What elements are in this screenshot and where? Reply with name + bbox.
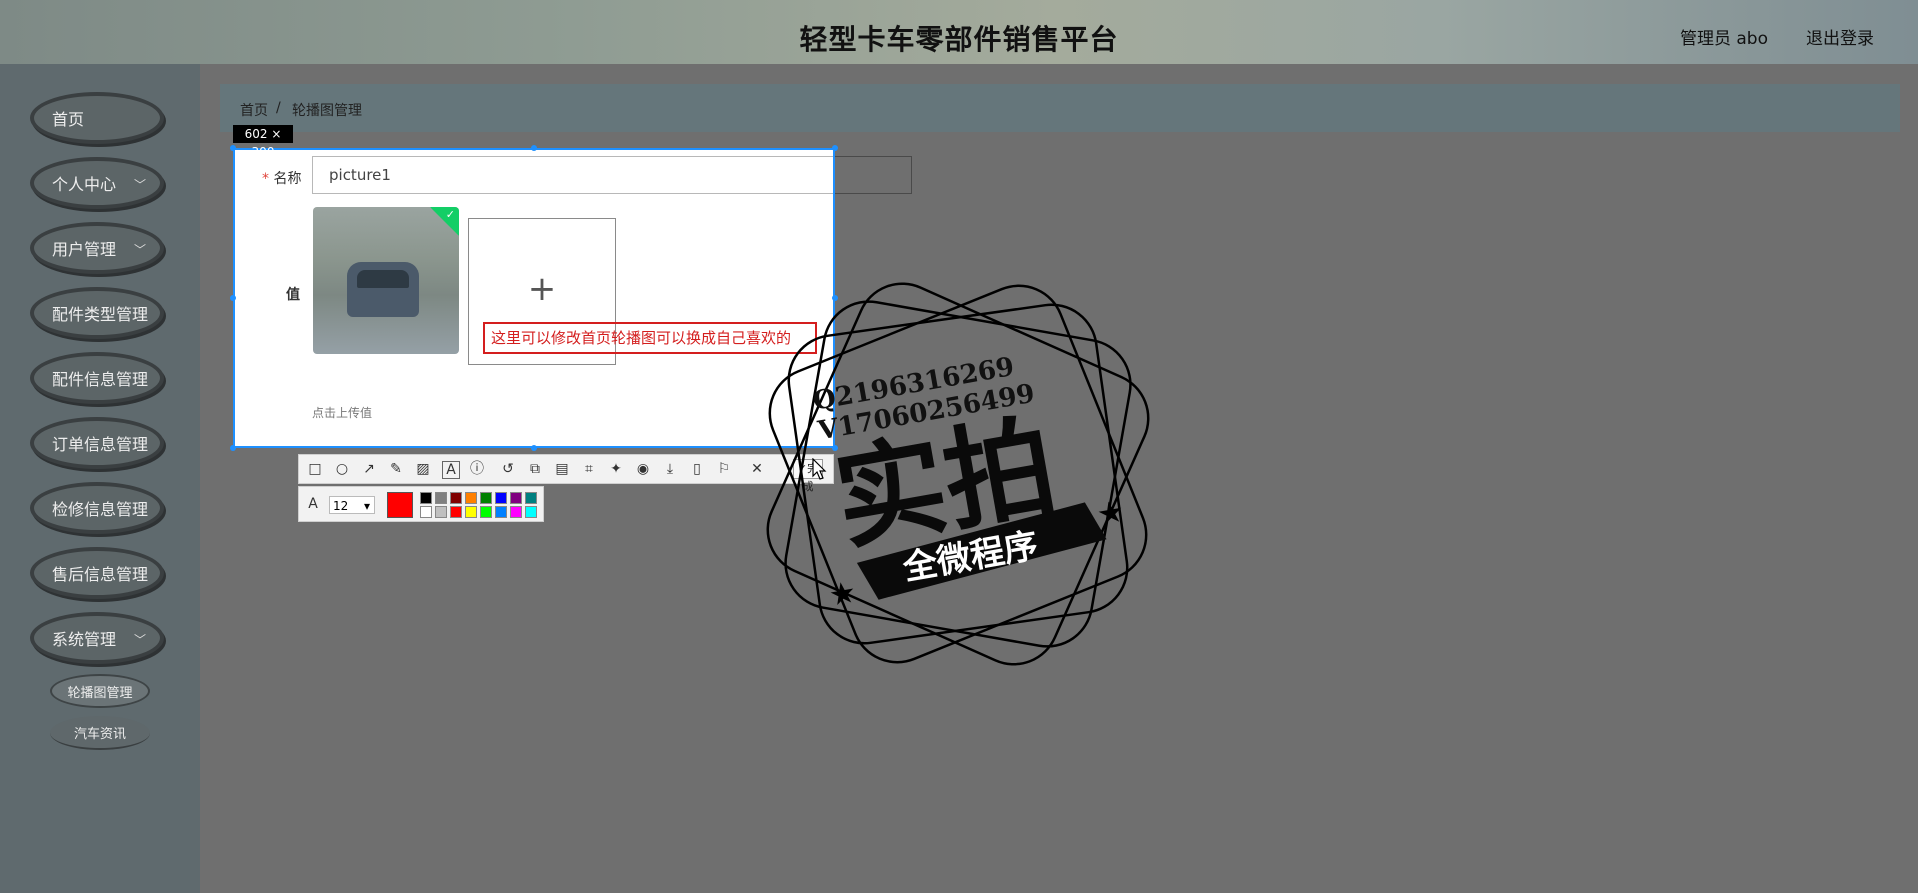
color-swatch[interactable] (510, 506, 522, 518)
sidebar-subitem-carousel[interactable]: 轮播图管理 (50, 674, 150, 708)
sidebar-item-home[interactable]: 首页 (30, 92, 164, 144)
color-swatch[interactable] (420, 492, 432, 504)
current-color-swatch[interactable] (387, 492, 413, 518)
pin-icon[interactable]: ✦ (608, 461, 624, 477)
text-style-bar: A 12 ▾ (298, 486, 544, 522)
sidebar-item-label: 售后信息管理 (52, 565, 149, 584)
rectangle-icon[interactable]: □ (307, 461, 323, 477)
app-title: 轻型卡车零部件销售平台 (799, 23, 1119, 56)
color-swatch[interactable] (435, 492, 447, 504)
car-image (347, 262, 419, 317)
color-swatch[interactable] (480, 506, 492, 518)
long-screenshot-icon[interactable]: ▯ (689, 461, 705, 477)
pencil-icon[interactable]: ✎ (388, 461, 404, 477)
top-header: 轻型卡车零部件销售平台 管理员 abo 退出登录 (0, 0, 1918, 64)
resize-handle[interactable] (230, 445, 236, 451)
sidebar-item-label: 配件信息管理 (52, 370, 149, 389)
sidebar-item-after-sales[interactable]: 售后信息管理 (30, 547, 164, 599)
translate-icon[interactable]: ▤ (554, 461, 570, 477)
color-swatch[interactable] (525, 492, 537, 504)
color-swatch[interactable] (510, 492, 522, 504)
color-swatch[interactable] (495, 506, 507, 518)
sidebar-item-label: 系统管理 (52, 630, 117, 649)
sidebar-item-label: 检修信息管理 (52, 500, 149, 519)
logout-link[interactable]: 退出登录 (1806, 24, 1874, 49)
text-tool-icon[interactable]: A (442, 461, 460, 479)
sidebar-item-part-types[interactable]: 配件类型管理 (30, 287, 164, 339)
download-icon[interactable]: ⤓ (662, 461, 678, 477)
sidebar-item-label: 配件类型管理 (52, 305, 149, 324)
color-swatch[interactable] (450, 506, 462, 518)
breadcrumb-current: 轮播图管理 (292, 103, 362, 119)
ellipse-icon[interactable]: ○ (334, 461, 350, 477)
mosaic-icon[interactable]: ▨ (415, 461, 431, 477)
sidebar: 首页 个人中心 ﹀ 用户管理 ﹀ 配件类型管理 配件信息管理 订单信息管理 检修信息… (0, 64, 200, 893)
color-swatch[interactable] (450, 492, 462, 504)
bookmark-icon[interactable]: ⚐ (716, 461, 732, 477)
resize-handle[interactable] (531, 445, 537, 451)
chevron-down-icon: ﹀ (133, 243, 146, 257)
breadcrumb-home[interactable]: 首页 (240, 100, 268, 120)
number-marker-icon[interactable]: ⓘ (469, 461, 485, 477)
color-swatch[interactable] (525, 506, 537, 518)
sidebar-item-label: 首页 (52, 110, 85, 129)
sidebar-item-label: 用户管理 (52, 240, 117, 259)
capture-size-label: 602 × 300 (233, 125, 293, 159)
sidebar-item-maintenance[interactable]: 检修信息管理 (30, 482, 164, 534)
check-icon: ✓ (445, 209, 455, 221)
sidebar-item-label: 个人中心 (52, 175, 117, 194)
font-size-select[interactable]: 12 ▾ (329, 496, 375, 514)
sidebar-item-users[interactable]: 用户管理 ﹀ (30, 222, 164, 274)
sidebar-item-system[interactable]: 系统管理 ﹀ (30, 612, 164, 664)
name-label: * 名称 (262, 171, 302, 187)
color-swatch[interactable] (435, 506, 447, 518)
sidebar-item-orders[interactable]: 订单信息管理 (30, 417, 164, 469)
watermark-stamp: Q2196316269 V17060256499 实拍 全微程序 ★ ★ (766, 282, 1150, 666)
color-swatch[interactable] (465, 506, 477, 518)
scan-icon[interactable]: ⌗ (581, 461, 597, 477)
chevron-down-icon: ﹀ (133, 178, 146, 192)
color-swatch[interactable] (420, 506, 432, 518)
uploaded-image-thumbnail[interactable]: ✓ (313, 207, 459, 354)
star-icon: ★ (826, 576, 858, 613)
chevron-down-icon: ▾ (363, 499, 370, 513)
breadcrumb: 首页 / 轮播图管理 (220, 84, 1900, 132)
sidebar-item-part-info[interactable]: 配件信息管理 (30, 352, 164, 404)
ocr-icon[interactable]: ⧉ (527, 461, 543, 477)
star-icon: ★ (1095, 495, 1127, 532)
record-icon[interactable]: ◉ (635, 461, 651, 477)
current-user: 管理员 abo (1679, 29, 1768, 49)
color-swatch[interactable] (495, 492, 507, 504)
resize-handle[interactable] (531, 145, 537, 151)
mouse-cursor-icon (812, 458, 827, 480)
sidebar-item-label: 订单信息管理 (52, 435, 149, 454)
upload-hint: 点击上传值 (312, 406, 373, 420)
value-label: 值 (286, 287, 300, 303)
resize-handle[interactable] (230, 295, 236, 301)
breadcrumb-separator: / (276, 100, 281, 116)
undo-icon[interactable]: ↺ (500, 461, 516, 477)
color-swatch[interactable] (465, 492, 477, 504)
sidebar-subitem-car-news[interactable]: 汽车资讯 (50, 716, 150, 750)
arrow-icon[interactable]: ↗ (361, 461, 377, 477)
name-input[interactable]: picture1 (312, 156, 834, 194)
color-swatch[interactable] (480, 492, 492, 504)
resize-handle[interactable] (230, 145, 236, 151)
font-icon: A (308, 496, 318, 512)
resize-handle[interactable] (832, 145, 838, 151)
sidebar-item-profile[interactable]: 个人中心 ﹀ (30, 157, 164, 209)
chevron-down-icon: ﹀ (133, 633, 146, 647)
